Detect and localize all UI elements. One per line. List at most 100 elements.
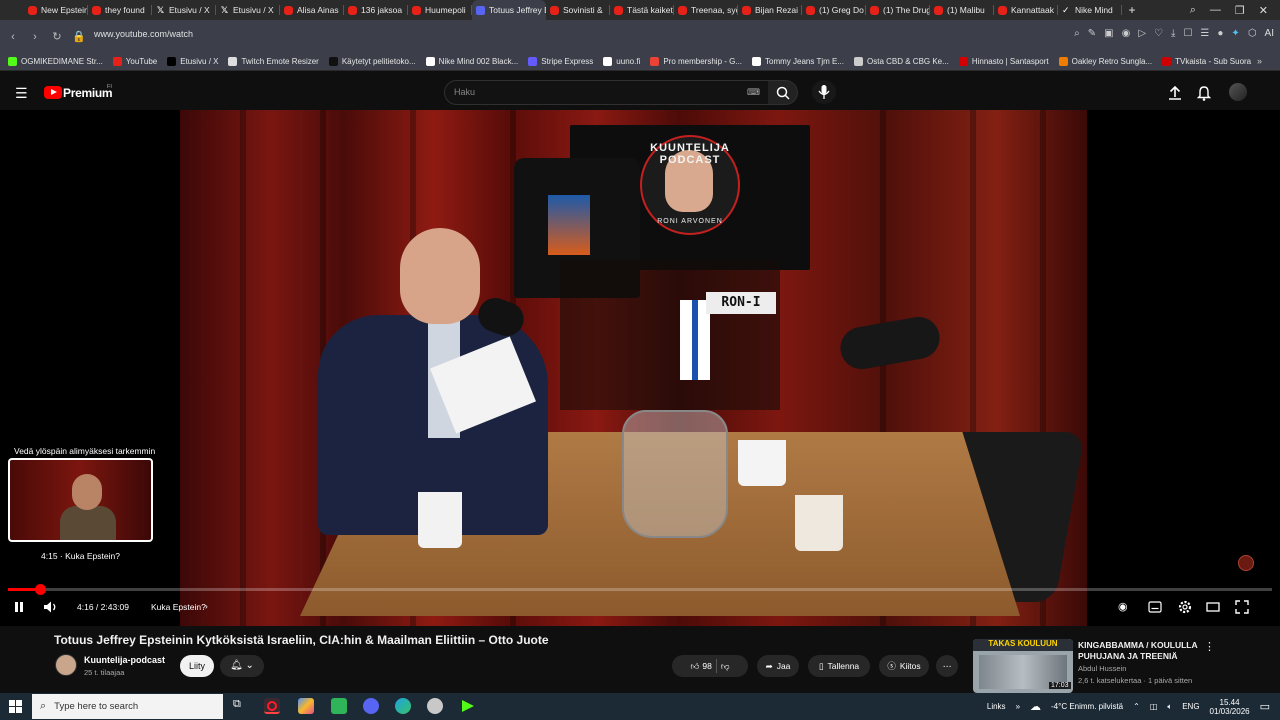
url-field[interactable]: www.youtube.com/watch: [94, 29, 193, 39]
bookmark-item[interactable]: Twitch Emote Resizer: [228, 57, 319, 66]
youtube-logo-icon[interactable]: [44, 86, 62, 99]
like-button[interactable]: 👍︎ 98: [691, 661, 712, 672]
bookmarks-overflow-icon[interactable]: »: [1257, 56, 1262, 66]
youtube-brand[interactable]: Premium: [63, 86, 113, 100]
recommended-channel[interactable]: Abdul Hussein: [1078, 664, 1126, 673]
profile-icon[interactable]: ●: [1217, 28, 1223, 39]
task-view-icon[interactable]: ⧉: [233, 698, 241, 711]
camera-icon[interactable]: ▣: [1104, 28, 1113, 39]
browser-tab[interactable]: (1) Malibu: [930, 0, 994, 20]
browser-tab[interactable]: Totuus Jeffrey Ep: [472, 0, 546, 20]
spotify-like-app-icon[interactable]: [331, 698, 347, 714]
edit-icon[interactable]: ✎: [1088, 28, 1096, 39]
browser-tab[interactable]: 𝕏 Etusivu / X: [216, 0, 280, 20]
browser-tab[interactable]: Bijan Rezai: [738, 0, 802, 20]
links-overflow-icon[interactable]: »: [1016, 702, 1020, 711]
bookmark-item[interactable]: Oakley Retro Sungla...: [1058, 57, 1152, 66]
theater-mode-icon[interactable]: [1206, 601, 1220, 613]
browser-tab[interactable]: 136 jaksoa: [344, 0, 408, 20]
settings-gear-icon[interactable]: [1177, 599, 1193, 615]
pause-icon[interactable]: [13, 601, 25, 613]
volume-icon[interactable]: [43, 600, 59, 614]
bookmark-icon[interactable]: ☐: [1183, 28, 1192, 39]
notifications-bell-icon[interactable]: [1195, 84, 1213, 102]
progress-bar[interactable]: [8, 588, 1272, 591]
ai-button[interactable]: AI: [1265, 28, 1274, 39]
zoom-icon[interactable]: ⌕: [1074, 28, 1080, 39]
chapter-chevron-icon[interactable]: ›: [205, 601, 208, 611]
network-icon[interactable]: ◫: [1150, 702, 1158, 711]
upload-icon[interactable]: [1166, 84, 1184, 102]
discord-icon[interactable]: [363, 698, 379, 714]
bookmark-item[interactable]: Nike Mind 002 Black...: [425, 57, 518, 66]
share-button[interactable]: ➦ Jaa: [757, 655, 799, 677]
subtitles-icon[interactable]: [1148, 601, 1162, 613]
more-actions-button[interactable]: ⋯: [936, 655, 958, 677]
subscription-bell-button[interactable]: 🔔︎ ⌄: [220, 655, 264, 677]
browser-tab[interactable]: Sovinisti &: [546, 0, 610, 20]
search-input[interactable]: Haku ⌨: [444, 80, 771, 105]
browser-tab[interactable]: Kannattaak: [994, 0, 1058, 20]
bookmark-item[interactable]: TVkaista - Sub Suora: [1162, 57, 1251, 66]
recommended-title[interactable]: KINGABBAMMA / KOULULLA PUHUJANA JA TREEN…: [1078, 640, 1208, 662]
browser-tab[interactable]: Tästä kaiket: [610, 0, 674, 20]
chapter-label[interactable]: Kuka Epstein?: [151, 602, 206, 612]
play-icon[interactable]: ▷: [1138, 28, 1146, 39]
keyboard-icon[interactable]: ⌨: [747, 87, 760, 98]
browser-tab[interactable]: they found: [88, 0, 152, 20]
aria-icon[interactable]: ✦: [1231, 28, 1239, 39]
menu-icon[interactable]: ☰: [1200, 28, 1209, 39]
clock[interactable]: 15.44 01/03/2026: [1210, 698, 1250, 716]
save-button[interactable]: ▯ Tallenna: [808, 655, 870, 677]
search-tabs-icon[interactable]: ⌕: [1190, 4, 1196, 17]
browser-tab[interactable]: (1) Greg Do: [802, 0, 866, 20]
browser-tab[interactable]: (1) The Drug: [866, 0, 930, 20]
bookmark-item[interactable]: Osta CBD & CBG Ke...: [854, 57, 949, 66]
forward-icon[interactable]: ›: [24, 31, 46, 43]
tray-chevron-icon[interactable]: ⌃: [1133, 702, 1140, 711]
autoplay-toggle-icon[interactable]: ◉: [1118, 601, 1128, 613]
back-icon[interactable]: ‹: [2, 31, 24, 43]
browser-tab[interactable]: ✓ Nike Mind: [1058, 0, 1122, 20]
heart-icon[interactable]: ♡: [1154, 28, 1163, 39]
thanks-button[interactable]: ⓢ Kiitos: [879, 655, 929, 677]
bookmark-item[interactable]: Stripe Express: [528, 57, 593, 66]
more-vertical-icon[interactable]: ⋮: [1204, 640, 1215, 653]
voice-search-button[interactable]: [812, 80, 836, 104]
search-button[interactable]: [768, 80, 798, 105]
menu-icon[interactable]: ☰: [15, 85, 28, 102]
bookmark-item[interactable]: Tommy Jeans Tjm E...: [752, 57, 844, 66]
channel-name[interactable]: Kuuntelija-podcast: [84, 655, 165, 665]
taskbar-search-input[interactable]: ⌕ Type here to search: [32, 694, 223, 719]
sound-icon[interactable]: 🔈︎: [1167, 702, 1172, 712]
minimize-icon[interactable]: —: [1210, 4, 1221, 16]
bookmark-item[interactable]: YouTube: [112, 57, 157, 66]
account-avatar[interactable]: [1229, 83, 1247, 101]
notifications-icon[interactable]: ▭: [1260, 700, 1270, 713]
browser-tab[interactable]: Alisa Ainas: [280, 0, 344, 20]
bookmark-item[interactable]: OGMIKEDIMANE Str...: [8, 57, 103, 66]
cube-icon[interactable]: ⬡: [1248, 28, 1257, 39]
settings-app-icon[interactable]: [427, 698, 443, 714]
bookmark-item[interactable]: Käytetyt pelitietoko...: [328, 57, 416, 66]
bookmark-item[interactable]: uuno.fi: [603, 57, 640, 66]
browser-tab[interactable]: Treenaa, syö: [674, 0, 738, 20]
channel-avatar[interactable]: [55, 654, 77, 676]
thumbs-down-icon[interactable]: 👎︎: [721, 661, 730, 672]
new-tab-button[interactable]: +: [1122, 0, 1142, 20]
photos-app-icon[interactable]: [298, 698, 314, 714]
browser-tab[interactable]: Huumepoli: [408, 0, 472, 20]
download-icon[interactable]: ⤓: [1171, 28, 1175, 39]
weather-label[interactable]: -4°C Enimm. pilvistä: [1051, 702, 1123, 711]
browser-tab[interactable]: 𝕏 Etusivu / X: [152, 0, 216, 20]
bookmark-item[interactable]: Hinnasto | Santasport: [958, 57, 1049, 66]
bookmark-item[interactable]: Etusivu / X: [167, 57, 218, 66]
language-label[interactable]: ENG: [1182, 702, 1199, 711]
links-toolbar[interactable]: Links: [987, 702, 1006, 711]
bookmark-item[interactable]: Pro membership - G...: [650, 57, 742, 66]
opera-browser-icon[interactable]: [264, 698, 280, 714]
close-icon[interactable]: ✕: [1259, 4, 1268, 17]
channel-watermark-icon[interactable]: [1238, 555, 1254, 571]
edge-browser-icon[interactable]: [395, 698, 411, 714]
join-button[interactable]: Liity: [180, 655, 214, 677]
